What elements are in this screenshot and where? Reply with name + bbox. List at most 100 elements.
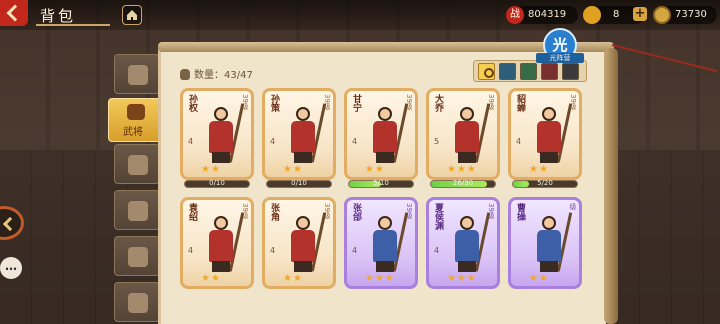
general-name: 张郃: [351, 203, 361, 221]
general-tab-label: 武将: [123, 127, 143, 138]
bag-icon: [128, 65, 148, 85]
home-icon: [127, 10, 137, 20]
general-card[interactable]: 孙权 39级 4 ★★: [180, 88, 254, 180]
filter-wu-button[interactable]: [541, 63, 558, 80]
general-icon: [127, 104, 145, 120]
general-star-number: 4: [352, 246, 358, 255]
general-card[interactable]: 袁绍 39级 4 ★★: [180, 197, 254, 289]
general-card[interactable]: 甘宁 39级 4 ★★: [344, 88, 418, 180]
power-icon: 战: [506, 6, 524, 24]
general-card[interactable]: 夏侯渊 39级 4 ★★★: [426, 197, 500, 289]
star-rating: ★★: [529, 273, 549, 284]
general-card[interactable]: 大乔 39级 5 ★★★: [426, 88, 500, 180]
misc-tab[interactable]: [114, 282, 160, 322]
shard-progress-text: 0/10: [291, 179, 307, 187]
general-portrait: [365, 103, 409, 165]
general-star-number: 4: [270, 137, 276, 146]
star-rating: ★★: [529, 164, 549, 175]
general-tab[interactable]: 武将: [108, 98, 162, 142]
coin-resource: 73730: [653, 6, 717, 24]
camp-tag: 光阵营: [536, 53, 584, 63]
bag-count-icon: [180, 69, 190, 80]
weapon-tab[interactable]: [114, 144, 160, 184]
general-card[interactable]: 貂蝉 39级 4 ★★: [508, 88, 582, 180]
star-rating: ★★★: [447, 164, 477, 175]
armor-icon: [128, 201, 148, 221]
power-value: 804319: [528, 9, 567, 20]
general-card[interactable]: 孙策 39级 4 ★★: [262, 88, 336, 180]
armor-tab[interactable]: [114, 190, 160, 230]
horse-tab[interactable]: [114, 236, 160, 276]
general-name: 曹操: [515, 203, 525, 221]
shard-progress-text: 0/10: [209, 179, 225, 187]
back-button[interactable]: [0, 0, 28, 26]
general-name: 大乔: [433, 94, 443, 112]
general-portrait: [283, 212, 327, 274]
shard-progress-bar: 5/20: [512, 179, 578, 188]
general-name: 张角: [269, 203, 279, 221]
general-star-number: 4: [188, 137, 194, 146]
coin-icon: [653, 6, 671, 24]
star-rating: ★★★: [447, 273, 477, 284]
faction-filter-bar: [473, 60, 587, 82]
filter-all-button[interactable]: [478, 63, 495, 80]
coin-value: 73730: [675, 9, 707, 20]
star-rating: ★★: [283, 273, 303, 284]
shard-progress-text: 26/30: [452, 179, 474, 187]
general-star-number: 5: [434, 137, 440, 146]
inventory-count-label: 数量：43/47: [194, 70, 253, 81]
general-card[interactable]: 曹操 级 ★★: [508, 197, 582, 289]
star-rating: ★★: [283, 164, 303, 175]
star-rating: ★★: [365, 164, 385, 175]
general-name: 孙权: [187, 94, 197, 112]
star-rating: ★★: [201, 273, 221, 284]
scroll-value: 8: [613, 9, 620, 20]
general-portrait: [529, 212, 573, 274]
general-portrait: [529, 103, 573, 165]
general-portrait: [201, 103, 245, 165]
shard-progress-text: 5/10: [373, 179, 389, 187]
power-resource: 战 804319: [506, 6, 578, 24]
scroll-end: [604, 48, 618, 324]
general-name: 夏侯渊: [433, 203, 443, 230]
general-card[interactable]: 张角 39级 4 ★★: [262, 197, 336, 289]
bag-tab[interactable]: [114, 54, 160, 94]
top-bar: 背包 战 804319 8 + 73730: [0, 0, 720, 30]
filter-wei-button[interactable]: [499, 63, 516, 80]
general-card[interactable]: 张郃 39级 4 ★★★: [344, 197, 418, 289]
general-portrait: [365, 212, 409, 274]
general-star-number: 4: [352, 137, 358, 146]
star-rating: ★★: [201, 164, 221, 175]
page-title: 背包: [40, 7, 77, 25]
filter-shu-button[interactable]: [520, 63, 537, 80]
star-rating: ★★★: [365, 273, 395, 284]
general-name: 孙策: [269, 94, 279, 112]
general-name: 貂蝉: [515, 94, 525, 112]
misc-icon: [128, 293, 148, 313]
shard-progress-bar: 0/10: [266, 179, 332, 188]
general-star-number: 4: [516, 137, 522, 146]
shard-progress-bar: 0/10: [184, 179, 250, 188]
scroll-icon: [583, 6, 601, 24]
add-scroll-button[interactable]: +: [633, 7, 647, 21]
chat-button[interactable]: …: [0, 257, 22, 279]
general-name: 甘宁: [351, 94, 361, 112]
inventory-count: 数量：43/47: [180, 66, 253, 81]
general-portrait: [447, 212, 491, 274]
filter-qun-button[interactable]: [562, 63, 579, 80]
general-portrait: [283, 103, 327, 165]
general-name: 袁绍: [187, 203, 197, 221]
title-underline: [36, 24, 110, 26]
general-level: 级: [569, 203, 577, 210]
shard-progress-text: 5/20: [537, 179, 553, 187]
shard-progress-bar: 26/30: [430, 179, 496, 188]
general-star-number: 4: [188, 246, 194, 255]
horse-icon: [128, 247, 148, 267]
sword-icon: [128, 155, 148, 175]
general-portrait: [201, 212, 245, 274]
shard-progress-bar: 5/10: [348, 179, 414, 188]
general-star-number: 4: [434, 246, 440, 255]
general-portrait: [447, 103, 491, 165]
general-star-number: 4: [270, 246, 276, 255]
home-button[interactable]: [122, 5, 142, 25]
